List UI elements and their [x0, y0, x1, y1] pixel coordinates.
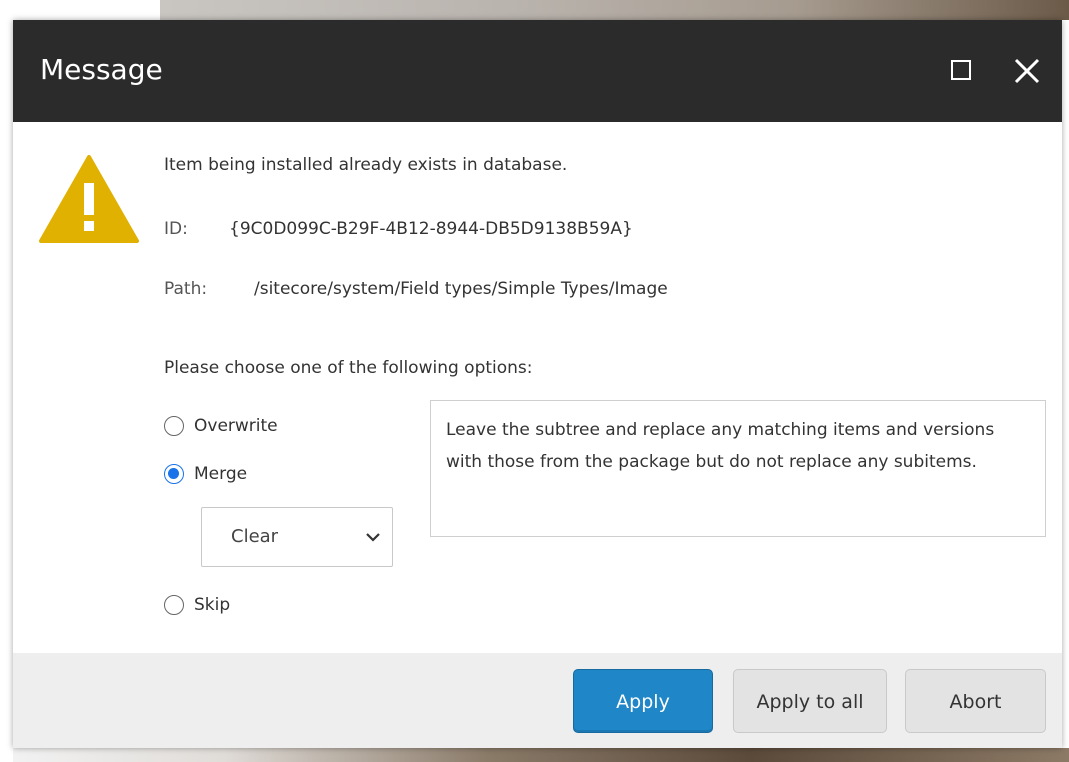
- background-right: [1062, 20, 1069, 762]
- id-value: {9C0D099C-B29F-4B12-8944-DB5D9138B59A}: [229, 219, 633, 239]
- background-bottom: [13, 748, 1069, 762]
- background-left: [0, 20, 13, 762]
- background-top: [160, 0, 1069, 20]
- id-label: ID:: [164, 219, 188, 239]
- chevron-down-icon: [366, 533, 380, 542]
- message-dialog: Message Item being installed already exi…: [13, 20, 1062, 748]
- apply-button[interactable]: Apply: [573, 669, 713, 733]
- path-value: /sitecore/system/Field types/Simple Type…: [254, 279, 668, 299]
- dialog-footer: Apply Apply to all Abort: [13, 653, 1062, 748]
- path-label: Path:: [164, 279, 208, 299]
- skip-option[interactable]: Skip: [164, 592, 264, 618]
- option-description: Leave the subtree and replace any matchi…: [446, 420, 995, 472]
- close-icon: [1014, 58, 1040, 84]
- abort-button[interactable]: Abort: [905, 669, 1046, 733]
- overwrite-option[interactable]: Overwrite: [164, 413, 324, 439]
- merge-label: Merge: [194, 464, 248, 484]
- apply-to-all-button[interactable]: Apply to all: [733, 669, 887, 733]
- merge-radio[interactable]: [164, 464, 184, 484]
- message-text: Item being installed already exists in d…: [164, 155, 568, 175]
- merge-mode-value: Clear: [231, 526, 279, 547]
- merge-mode-select[interactable]: Clear: [201, 507, 393, 567]
- background-top-left: [0, 0, 160, 20]
- merge-option[interactable]: Merge: [164, 461, 284, 487]
- dialog-title: Message: [40, 53, 163, 86]
- overwrite-radio[interactable]: [164, 416, 184, 436]
- close-button[interactable]: [1007, 51, 1047, 91]
- maximize-button[interactable]: [941, 51, 981, 91]
- warning-triangle-icon: [39, 155, 139, 243]
- options-prompt: Please choose one of the following optio…: [164, 358, 533, 378]
- skip-radio[interactable]: [164, 595, 184, 615]
- option-description-box: Leave the subtree and replace any matchi…: [430, 400, 1046, 537]
- dialog-titlebar: Message: [13, 20, 1062, 122]
- maximize-icon: [951, 60, 971, 80]
- skip-label: Skip: [194, 595, 231, 615]
- overwrite-label: Overwrite: [194, 416, 278, 436]
